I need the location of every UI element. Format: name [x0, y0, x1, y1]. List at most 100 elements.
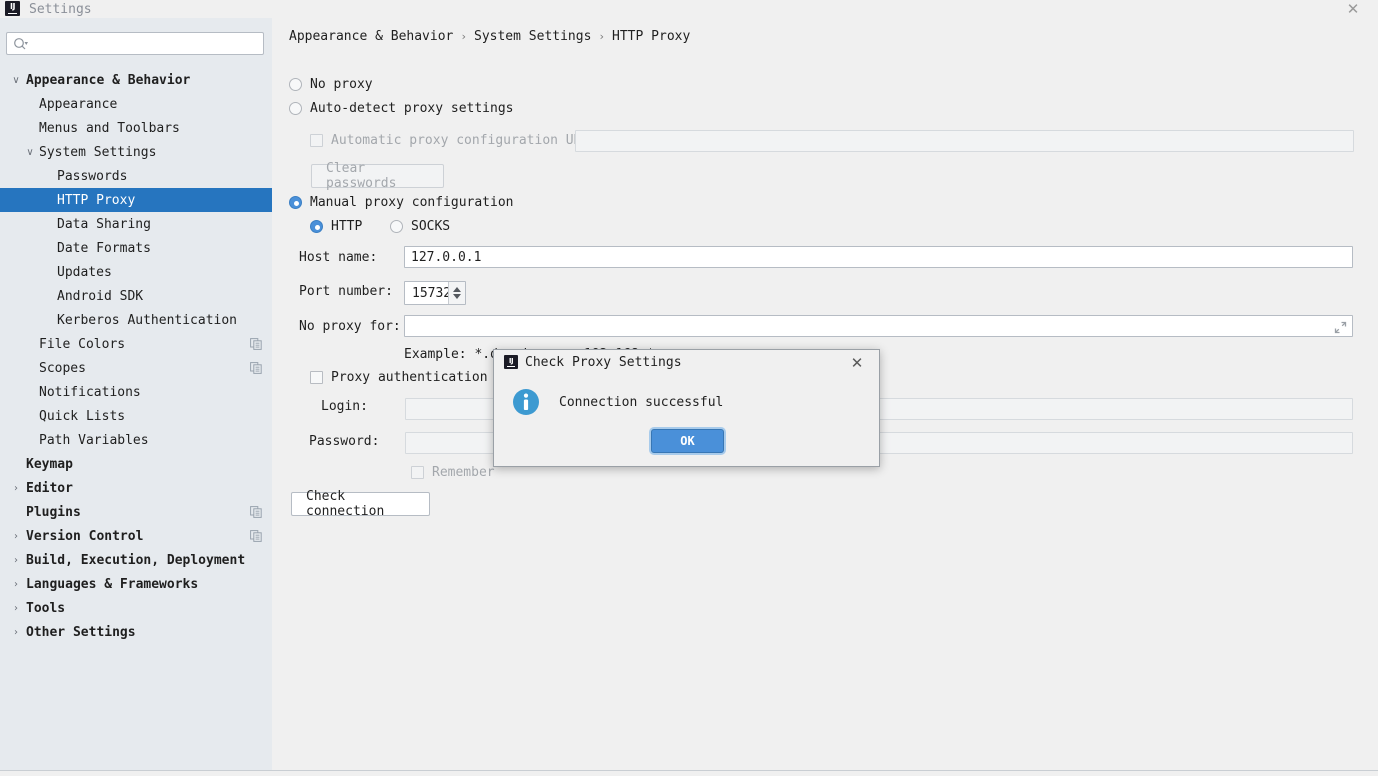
sidebar-item-scopes[interactable]: Scopes: [0, 356, 272, 380]
sidebar-item-plugins[interactable]: Plugins: [0, 500, 272, 524]
copy-icon[interactable]: [250, 338, 262, 350]
sidebar-item-passwords[interactable]: Passwords: [0, 164, 272, 188]
sidebar-item-label: Appearance: [39, 96, 118, 112]
chevron-right-icon[interactable]: ›: [10, 548, 22, 572]
settings-window: IJ Settings ✕ ∨ Appearance & Behavior Appe…: [0, 0, 1378, 776]
chevron-right-icon[interactable]: ›: [10, 620, 22, 644]
socks-label: SOCKS: [411, 219, 451, 234]
auto-detect-option[interactable]: Auto-detect proxy settings: [289, 101, 514, 116]
http-radio[interactable]: [310, 220, 323, 233]
manual-proxy-label: Manual proxy configuration: [310, 195, 514, 210]
no-proxy-label: No proxy: [310, 77, 373, 92]
sidebar-item-kerberos-authentication[interactable]: Kerberos Authentication: [0, 308, 272, 332]
socks-protocol-option[interactable]: SOCKS: [390, 219, 450, 234]
sidebar-item-android-sdk[interactable]: Android SDK: [0, 284, 272, 308]
sidebar-item-file-colors[interactable]: File Colors: [0, 332, 272, 356]
chevron-down-icon[interactable]: ∨: [24, 140, 36, 164]
sidebar-item-updates[interactable]: Updates: [0, 260, 272, 284]
sidebar-item-system-settings[interactable]: ∨ System Settings: [0, 140, 272, 164]
window-title: Settings: [29, 1, 92, 17]
chevron-down-icon[interactable]: ∨: [10, 68, 22, 92]
chevron-right-icon: ›: [460, 29, 467, 43]
sidebar-item-label: Path Variables: [39, 432, 149, 448]
close-icon[interactable]: ✕: [846, 350, 868, 375]
manual-proxy-radio[interactable]: [289, 196, 302, 209]
copy-icon[interactable]: [250, 530, 262, 542]
socks-radio[interactable]: [390, 220, 403, 233]
check-connection-button[interactable]: Check connection: [291, 489, 430, 519]
proxy-authentication-checkbox[interactable]: [310, 371, 323, 384]
copy-icon[interactable]: [250, 362, 262, 374]
dialog-titlebar: IJ Check Proxy Settings ✕: [494, 350, 879, 375]
ok-button[interactable]: OK: [651, 429, 724, 453]
remember-option: Remember: [411, 465, 495, 480]
host-name-input[interactable]: 127.0.0.1: [404, 246, 1353, 268]
logo-text: IJ: [10, 2, 15, 11]
http-protocol-option[interactable]: HTTP: [310, 219, 362, 234]
sidebar-item-tools[interactable]: › Tools: [0, 596, 272, 620]
sidebar-item-label: Appearance & Behavior: [26, 72, 191, 88]
sidebar-item-label: File Colors: [39, 336, 126, 352]
breadcrumb-item-appearance-behavior[interactable]: Appearance & Behavior: [289, 29, 453, 44]
chevron-right-icon[interactable]: ›: [10, 524, 22, 548]
breadcrumb: Appearance & Behavior › System Settings …: [289, 27, 690, 45]
sidebar-item-label: HTTP Proxy: [57, 192, 136, 208]
sidebar-item-editor[interactable]: › Editor: [0, 476, 272, 500]
chevron-up-icon[interactable]: [453, 287, 461, 292]
chevron-right-icon[interactable]: ›: [10, 572, 22, 596]
sidebar-item-other-settings[interactable]: › Other Settings: [0, 620, 272, 644]
pac-url-input: [575, 130, 1354, 152]
pac-url-checkbox: [310, 134, 323, 147]
chevron-right-icon[interactable]: ›: [10, 596, 22, 620]
sidebar-item-label: Tools: [26, 600, 66, 616]
sidebar-item-label: Menus and Toolbars: [39, 120, 180, 136]
auto-detect-label: Auto-detect proxy settings: [310, 101, 514, 116]
sidebar-item-menus-and-toolbars[interactable]: Menus and Toolbars: [0, 116, 272, 140]
remember-checkbox: [411, 466, 424, 479]
no-proxy-for-input[interactable]: [404, 315, 1353, 337]
chevron-down-icon[interactable]: [453, 294, 461, 299]
dialog-title: Check Proxy Settings: [525, 355, 682, 370]
chevron-right-icon[interactable]: ›: [10, 476, 22, 500]
clear-passwords-button: Clear passwords: [311, 161, 444, 191]
login-label: Login:: [321, 399, 368, 414]
sidebar-item-appearance[interactable]: Appearance: [0, 92, 272, 116]
sidebar-item-languages-frameworks[interactable]: › Languages & Frameworks: [0, 572, 272, 596]
sidebar-item-http-proxy[interactable]: HTTP Proxy: [0, 188, 272, 212]
auto-detect-radio[interactable]: [289, 102, 302, 115]
sidebar-item-notifications[interactable]: Notifications: [0, 380, 272, 404]
sidebar-item-path-variables[interactable]: Path Variables: [0, 428, 272, 452]
search-field[interactable]: [6, 32, 264, 55]
sidebar-item-label: Quick Lists: [39, 408, 126, 424]
breadcrumb-item-system-settings[interactable]: System Settings: [474, 29, 591, 44]
sidebar-item-quick-lists[interactable]: Quick Lists: [0, 404, 272, 428]
spinner-arrows[interactable]: [448, 282, 465, 304]
sidebar-item-build-execution-deployment[interactable]: › Build, Execution, Deployment: [0, 548, 272, 572]
no-proxy-option[interactable]: No proxy: [289, 77, 373, 92]
search-input[interactable]: [33, 33, 261, 54]
http-label: HTTP: [331, 219, 363, 234]
close-icon[interactable]: ✕: [1340, 0, 1366, 18]
window-titlebar: IJ Settings ✕: [0, 0, 1378, 18]
sidebar-item-label: Editor: [26, 480, 73, 496]
no-proxy-radio[interactable]: [289, 78, 302, 91]
settings-tree: ∨ Appearance & Behavior Appearance Menus an…: [0, 68, 272, 644]
manual-proxy-option[interactable]: Manual proxy configuration: [289, 195, 514, 210]
search-icon: [13, 37, 29, 52]
sidebar-item-date-formats[interactable]: Date Formats: [0, 236, 272, 260]
sidebar-item-keymap[interactable]: Keymap: [0, 452, 272, 476]
copy-icon[interactable]: [250, 506, 262, 518]
sidebar-item-data-sharing[interactable]: Data Sharing: [0, 212, 272, 236]
port-number-stepper[interactable]: 15732: [404, 281, 466, 305]
sidebar-item-label: Build, Execution, Deployment: [26, 552, 246, 568]
sidebar-item-label: Other Settings: [26, 624, 136, 640]
clear-passwords-label: Clear passwords: [326, 161, 397, 191]
sidebar-item-appearance-behavior[interactable]: ∨ Appearance & Behavior: [0, 68, 272, 92]
sidebar-item-version-control[interactable]: › Version Control: [0, 524, 272, 548]
pac-url-option: Automatic proxy configuration URL:: [310, 133, 597, 148]
host-name-value: 127.0.0.1: [411, 249, 482, 265]
sidebar-item-label: Plugins: [26, 504, 81, 520]
proxy-authentication-option[interactable]: Proxy authentication: [310, 370, 488, 385]
expand-icon[interactable]: [1334, 321, 1347, 334]
password-label: Password:: [309, 434, 380, 449]
